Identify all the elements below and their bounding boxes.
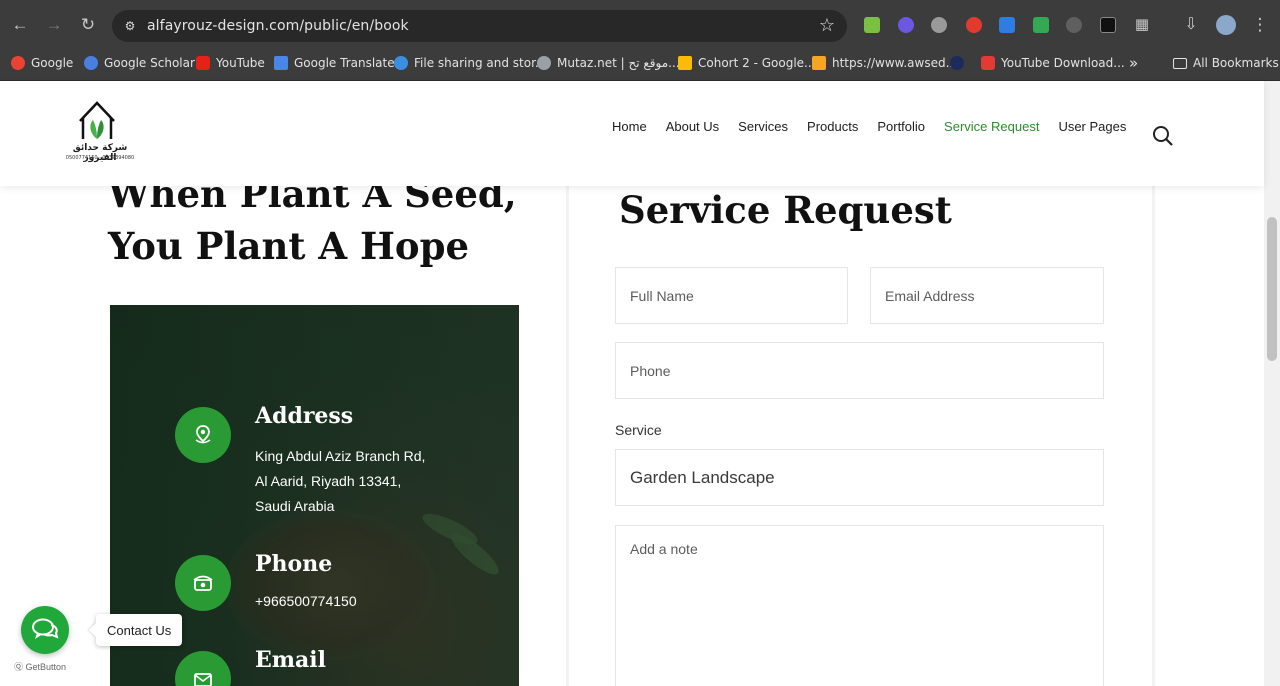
getbutton-credit[interactable]: Ⓠ GetButton: [14, 660, 66, 673]
location-pin-icon: [195, 425, 211, 444]
service-select[interactable]: Garden Landscape: [615, 449, 1104, 506]
phone-icon-circle: [175, 555, 231, 611]
file-sharing-icon: [394, 56, 408, 70]
address-bar[interactable]: ⚙ alfayrouz-design.com/public/en/book ☆: [112, 10, 847, 42]
extension-icon[interactable]: [898, 17, 914, 33]
company-logo[interactable]: شركة حدائق الفيروز 0500774150 · 05373940…: [60, 99, 140, 177]
mutaz-icon: [537, 56, 551, 70]
page-content: When Plant A Seed, You Plant A Hope Addr…: [0, 186, 1264, 686]
bookmark-item[interactable]: Cohort 2 - Google...: [678, 53, 815, 73]
bookmark-item[interactable]: [950, 53, 970, 73]
extension-icon[interactable]: [864, 17, 880, 33]
hero-line-2: You Plant A Hope: [108, 224, 470, 268]
all-bookmarks[interactable]: All Bookmarks: [1173, 53, 1279, 73]
address-line-3: Saudi Arabia: [255, 498, 335, 514]
phone-title: Phone: [255, 551, 333, 577]
hero-title: When Plant A Seed, You Plant A Hope: [108, 186, 517, 272]
site-settings-icon[interactable]: ⚙: [122, 18, 138, 34]
bookmark-item[interactable]: https://www.awsed...: [812, 53, 957, 73]
phone-field[interactable]: Phone: [615, 342, 1104, 399]
bookmark-item[interactable]: Mutaz.net | موقع تح...: [537, 53, 680, 73]
extension-icon[interactable]: [931, 17, 947, 33]
search-icon[interactable]: [1152, 125, 1174, 147]
full-name-field[interactable]: Full Name: [615, 267, 848, 324]
main-nav: Home About Us Services Products Portfoli…: [612, 119, 1126, 134]
bookmarks-bar: Google Google Scholar YouTube Google Tra…: [0, 50, 1280, 81]
page-scrollbar[interactable]: [1264, 81, 1280, 686]
address-line-1: King Abdul Aziz Branch Rd,: [255, 448, 426, 464]
nav-home[interactable]: Home: [612, 119, 647, 134]
puzzle-icon[interactable]: ▦: [1130, 13, 1154, 37]
service-request-form: Service Request Full Name Email Address …: [566, 186, 1155, 686]
extension-icon[interactable]: [1100, 17, 1116, 33]
drive-icon: [678, 56, 692, 70]
extension-icon[interactable]: [1066, 17, 1082, 33]
nav-user-pages[interactable]: User Pages: [1058, 119, 1126, 134]
bookmark-item[interactable]: Google: [11, 53, 73, 73]
url-text[interactable]: alfayrouz-design.com/public/en/book: [147, 18, 409, 34]
bookmark-favicon: [950, 56, 964, 70]
scholar-icon: [84, 56, 98, 70]
translate-icon: [274, 56, 288, 70]
nav-portfolio[interactable]: Portfolio: [877, 119, 925, 134]
contact-us-tooltip[interactable]: Contact Us: [96, 614, 183, 646]
email-title: Email: [255, 647, 327, 673]
bookmark-item[interactable]: YouTube: [196, 53, 265, 73]
menu-icon[interactable]: ⋮: [1248, 13, 1272, 37]
form-title: Service Request: [619, 188, 952, 232]
extension-icon[interactable]: [999, 17, 1015, 33]
download-icon[interactable]: ⇩: [1179, 13, 1203, 37]
getbutton-logo-icon: Ⓠ: [14, 662, 26, 672]
hero-line-1: When Plant A Seed,: [108, 186, 517, 216]
scrollbar-thumb[interactable]: [1267, 217, 1277, 361]
google-icon: [11, 56, 25, 70]
bookmark-item[interactable]: Google Scholar: [84, 53, 195, 73]
folder-icon: [1173, 57, 1187, 69]
nav-services[interactable]: Services: [738, 119, 788, 134]
nav-products[interactable]: Products: [807, 119, 858, 134]
service-label: Service: [615, 422, 662, 438]
address-title: Address: [255, 403, 354, 429]
forward-icon[interactable]: →: [42, 13, 66, 37]
browser-toolbar: ← → ↻ ⚙ alfayrouz-design.com/public/en/b…: [0, 0, 1280, 50]
back-icon[interactable]: ←: [8, 13, 32, 37]
note-textarea[interactable]: Add a note: [615, 525, 1104, 686]
youtube-icon: [196, 56, 210, 70]
nav-service-request[interactable]: Service Request: [944, 119, 1039, 134]
address-icon-circle: [175, 407, 231, 463]
bookmark-item[interactable]: YouTube Download...: [981, 53, 1125, 73]
bookmark-item[interactable]: Google Translate: [274, 53, 395, 73]
phone-value[interactable]: +966500774150: [255, 589, 357, 614]
bookmark-item[interactable]: File sharing and stor...: [394, 53, 546, 73]
extension-icon[interactable]: [966, 17, 982, 33]
box-icon: [812, 56, 826, 70]
reload-icon[interactable]: ↻: [76, 13, 100, 37]
profile-avatar[interactable]: [1216, 15, 1236, 35]
extension-icon[interactable]: [1033, 17, 1049, 33]
address-line-2: Al Aarid, Riyadh 13341,: [255, 473, 402, 489]
email-icon: [194, 673, 212, 686]
contact-us-button[interactable]: [21, 606, 69, 654]
telephone-icon: [193, 575, 213, 591]
bookmark-star-icon[interactable]: ☆: [819, 15, 835, 36]
youtube-download-icon: [981, 56, 995, 70]
house-leaf-icon: [79, 101, 115, 139]
logo-phone: 0500774150 · 0537394080: [65, 155, 135, 161]
site-header: شركة حدائق الفيروز 0500774150 · 05373940…: [0, 81, 1264, 186]
chat-bubbles-icon: [32, 618, 59, 639]
nav-about-us[interactable]: About Us: [666, 119, 719, 134]
email-field[interactable]: Email Address: [870, 267, 1104, 324]
more-bookmarks-icon[interactable]: »: [1129, 53, 1138, 73]
